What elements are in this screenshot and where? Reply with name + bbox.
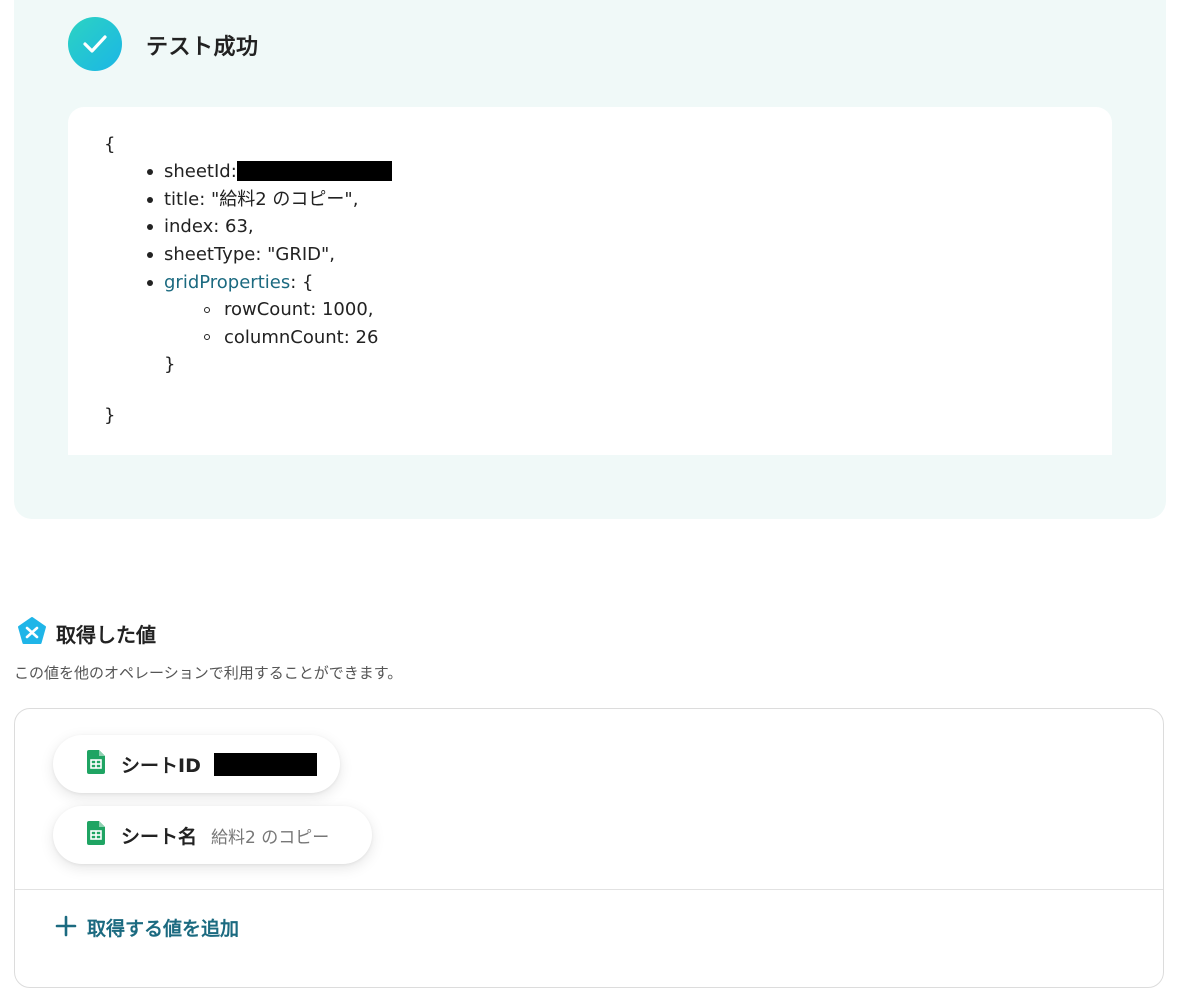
grid-properties-close: } (164, 354, 176, 375)
grid-properties-key: gridProperties (164, 272, 291, 293)
yoom-logo-icon (16, 616, 48, 648)
value-text: 給料2 のコピー (211, 827, 330, 848)
nested-list-bullet (204, 334, 210, 340)
json-close-brace: } (104, 405, 116, 426)
list-bullet (147, 224, 153, 230)
title-line: title: "給料2 のコピー", (164, 189, 359, 210)
grid-properties-open: : { (290, 272, 314, 293)
redacted-sheet-id-value (213, 752, 317, 776)
sheet-type-line: sheetType: "GRID", (164, 244, 336, 265)
index-line: index: 63, (164, 216, 254, 237)
acquired-values-description: この値を他のオペレーションで利用することができます。 (14, 664, 403, 682)
sheet-id-line: sheetId: (164, 160, 392, 183)
add-value-button[interactable]: 取得する値を追加 (55, 914, 239, 941)
redacted-sheet-id (236, 160, 392, 181)
list-bullet (147, 197, 153, 203)
value-pill-sheet-id[interactable]: シートID (53, 735, 340, 793)
acquired-values-card: シートID シート名 給料2 のコピー 取得する値を追加 (14, 708, 1164, 988)
value-label: シートID (121, 754, 201, 777)
list-bullet (147, 280, 153, 286)
grid-properties-line: gridProperties: { (164, 272, 313, 294)
list-bullet (147, 252, 153, 258)
result-json-box: { sheetId: title: "給料2 のコピー", index: 63,… (68, 107, 1112, 455)
test-status-title: テスト成功 (146, 35, 259, 60)
value-label: シート名 (121, 825, 198, 848)
value-pill-sheet-name[interactable]: シート名 給料2 のコピー (53, 806, 372, 864)
list-bullet (147, 169, 153, 175)
row-count-line: rowCount: 1000, (224, 299, 374, 320)
nested-list-bullet (204, 307, 210, 313)
google-sheets-icon (87, 821, 105, 849)
sheet-id-key: sheetId: (164, 161, 237, 182)
plus-icon (55, 915, 77, 941)
json-open-brace: { (104, 134, 116, 155)
google-sheets-icon (87, 750, 105, 778)
card-divider (15, 889, 1163, 890)
column-count-line: columnCount: 26 (224, 327, 379, 348)
add-value-label: 取得する値を追加 (87, 918, 240, 940)
acquired-values-title: 取得した値 (56, 623, 156, 647)
success-check-icon (68, 17, 122, 71)
